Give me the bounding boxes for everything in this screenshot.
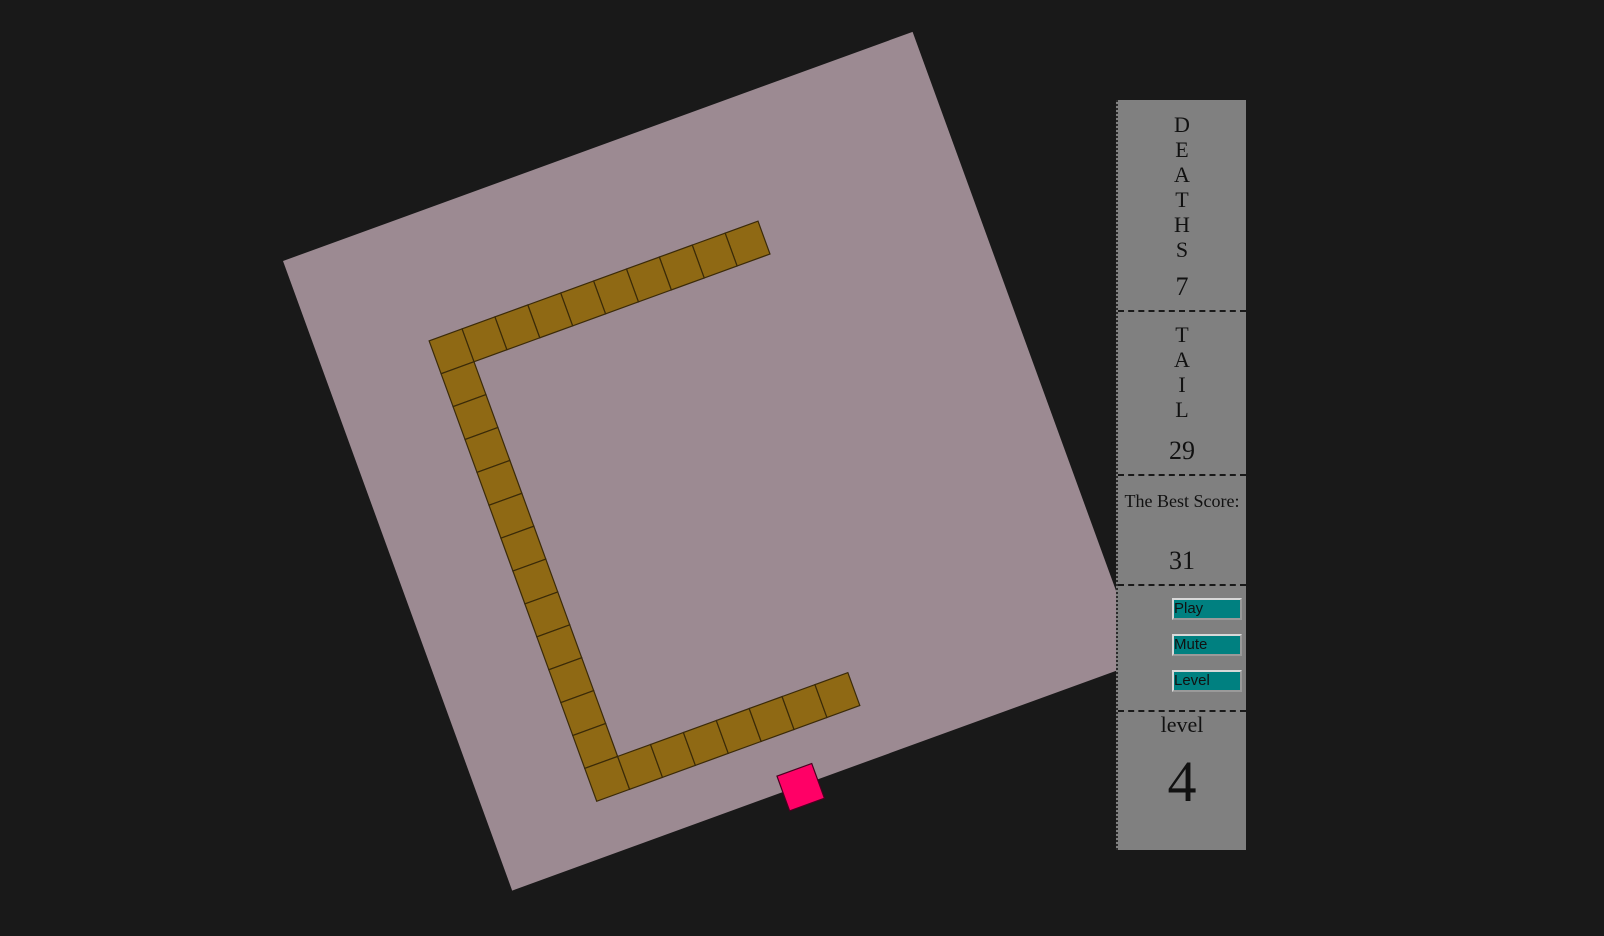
divider xyxy=(1118,474,1246,476)
game-board-canvas[interactable] xyxy=(0,0,1604,936)
best-score-value: 31 xyxy=(1169,546,1195,575)
divider xyxy=(1118,310,1246,312)
deaths-label: DEATHS xyxy=(1174,112,1190,262)
mute-button[interactable]: Mute xyxy=(1172,634,1242,656)
play-button[interactable]: Play xyxy=(1172,598,1242,620)
tail-value: 29 xyxy=(1169,436,1195,465)
game-board[interactable] xyxy=(283,31,1149,910)
game-stage: DEATHS 7 TAIL 29 The Best Score: 31 Play… xyxy=(0,0,1604,936)
level-label: level xyxy=(1160,712,1204,737)
board-surface xyxy=(283,31,1142,891)
stats-panel: DEATHS 7 TAIL 29 The Best Score: 31 Play… xyxy=(1116,100,1246,850)
deaths-value: 7 xyxy=(1175,272,1189,301)
level-value: 4 xyxy=(1167,749,1197,814)
tail-label: TAIL xyxy=(1174,322,1190,422)
best-score-label: The Best Score: xyxy=(1124,491,1240,511)
divider xyxy=(1118,584,1246,586)
level-button[interactable]: Level xyxy=(1172,670,1242,692)
